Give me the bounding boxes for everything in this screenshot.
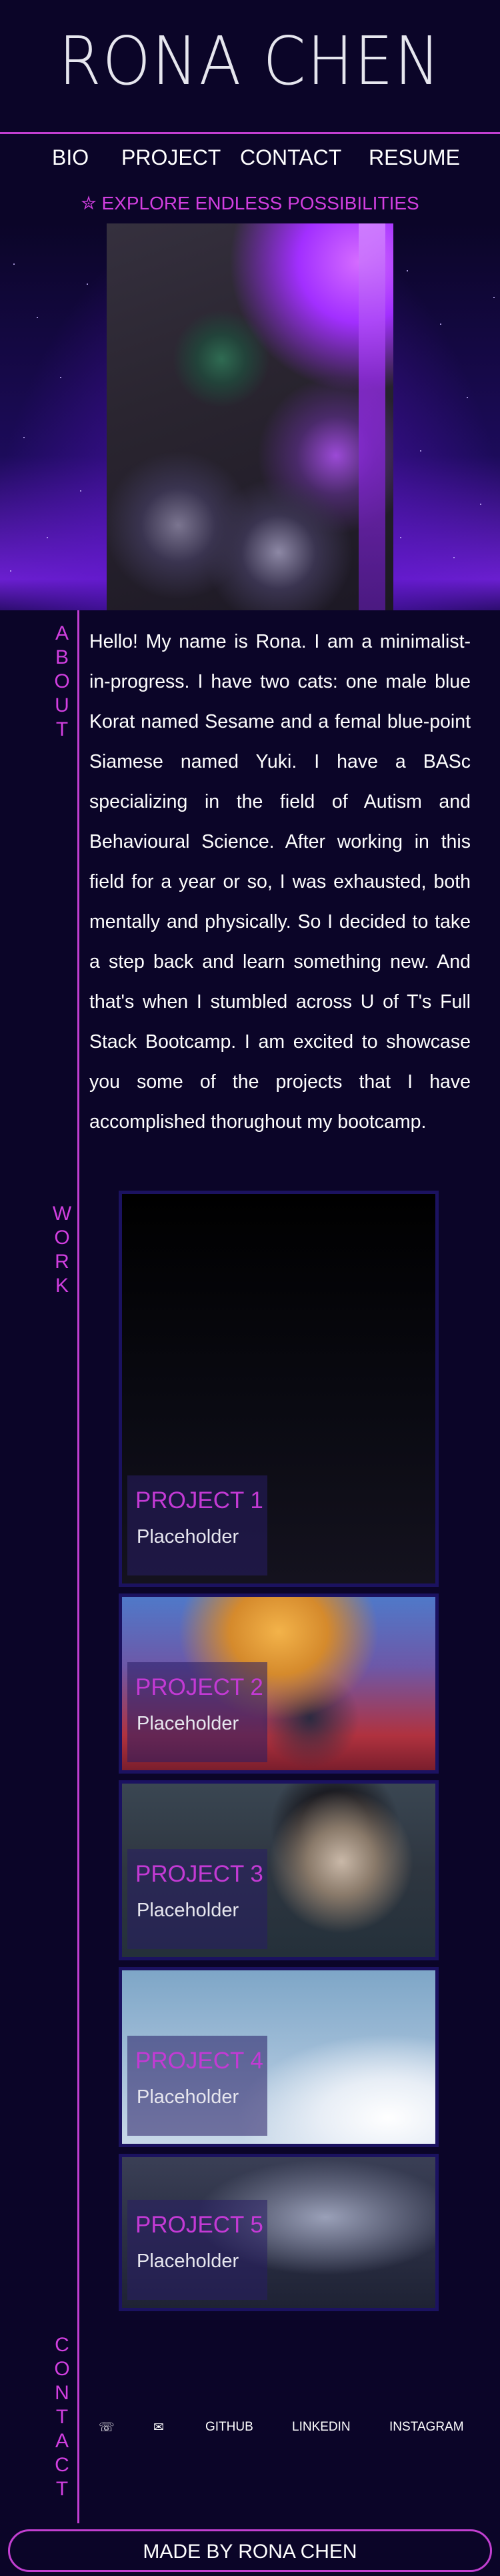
project-card-1[interactable]: PROJECT 1 Placeholder (119, 1191, 439, 1587)
contact-links: ☏ ✉ GITHUB LINKEDIN INSTAGRAM (93, 2416, 467, 2443)
project-caption: PROJECT 3 Placeholder (127, 1849, 267, 1949)
projects-gallery: PROJECT 1 Placeholder PROJECT 2 Placehol… (119, 1191, 439, 2311)
site-footer: MADE BY RONA CHEN (8, 2529, 492, 2572)
project-title: PROJECT 5 (135, 2212, 263, 2238)
project-card-2[interactable]: PROJECT 2 Placeholder (119, 1593, 439, 1774)
project-title: PROJECT 2 (135, 1674, 263, 1700)
hero-banner (0, 223, 500, 610)
tagline: ✮ EXPLORE ENDLESS POSSIBILITIES (81, 193, 419, 213)
section-rail (77, 610, 79, 2523)
nav-project[interactable]: PROJECT (121, 145, 221, 170)
project-caption: PROJECT 4 Placeholder (127, 2036, 267, 2136)
project-title: PROJECT 1 (135, 1487, 263, 1513)
work-section-label: W O R K (52, 1203, 72, 1297)
header-divider (0, 132, 500, 134)
project-caption: PROJECT 2 Placeholder (127, 1662, 267, 1762)
project-title: PROJECT 3 (135, 1861, 263, 1887)
instagram-link[interactable]: INSTAGRAM (389, 2420, 464, 2435)
linkedin-link[interactable]: LINKEDIN (292, 2420, 351, 2435)
contact-section-label: C O N T A C T (54, 2334, 70, 2500)
email-icon[interactable]: ✉ (153, 2420, 164, 2435)
project-subtitle: Placeholder (137, 1526, 239, 1547)
nav-resume[interactable]: RESUME (369, 145, 460, 170)
project-subtitle: Placeholder (137, 2086, 239, 2108)
project-card-5[interactable]: PROJECT 5 Placeholder (119, 2154, 439, 2311)
project-card-3[interactable]: PROJECT 3 Placeholder (119, 1780, 439, 1960)
github-link[interactable]: GITHUB (205, 2420, 253, 2435)
project-title: PROJECT 4 (135, 2048, 263, 2074)
footer-credit: MADE BY RONA CHEN (143, 2541, 357, 2563)
profile-photo (107, 223, 393, 610)
project-subtitle: Placeholder (137, 1713, 239, 1734)
phone-icon[interactable]: ☏ (99, 2420, 115, 2435)
project-caption: PROJECT 1 Placeholder (127, 1475, 267, 1575)
main-nav: BIO PROJECT CONTACT RESUME (0, 145, 500, 175)
nav-contact[interactable]: CONTACT (240, 145, 341, 170)
project-subtitle: Placeholder (137, 2250, 239, 2272)
project-subtitle: Placeholder (137, 1900, 239, 1921)
project-caption: PROJECT 5 Placeholder (127, 2200, 267, 2300)
about-text: Hello! My name is Rona. I am a minimalis… (89, 631, 471, 1133)
about-section-label: A B O U T (54, 622, 70, 740)
nav-bio[interactable]: BIO (52, 145, 89, 170)
project-card-4[interactable]: PROJECT 4 Placeholder (119, 1967, 439, 2147)
site-header: RONA CHEN (0, 0, 500, 134)
site-title: RONA CHEN (58, 22, 442, 100)
portfolio-page: RONA CHEN BIO PROJECT CONTACT RESUME ✮ E… (0, 0, 500, 2576)
